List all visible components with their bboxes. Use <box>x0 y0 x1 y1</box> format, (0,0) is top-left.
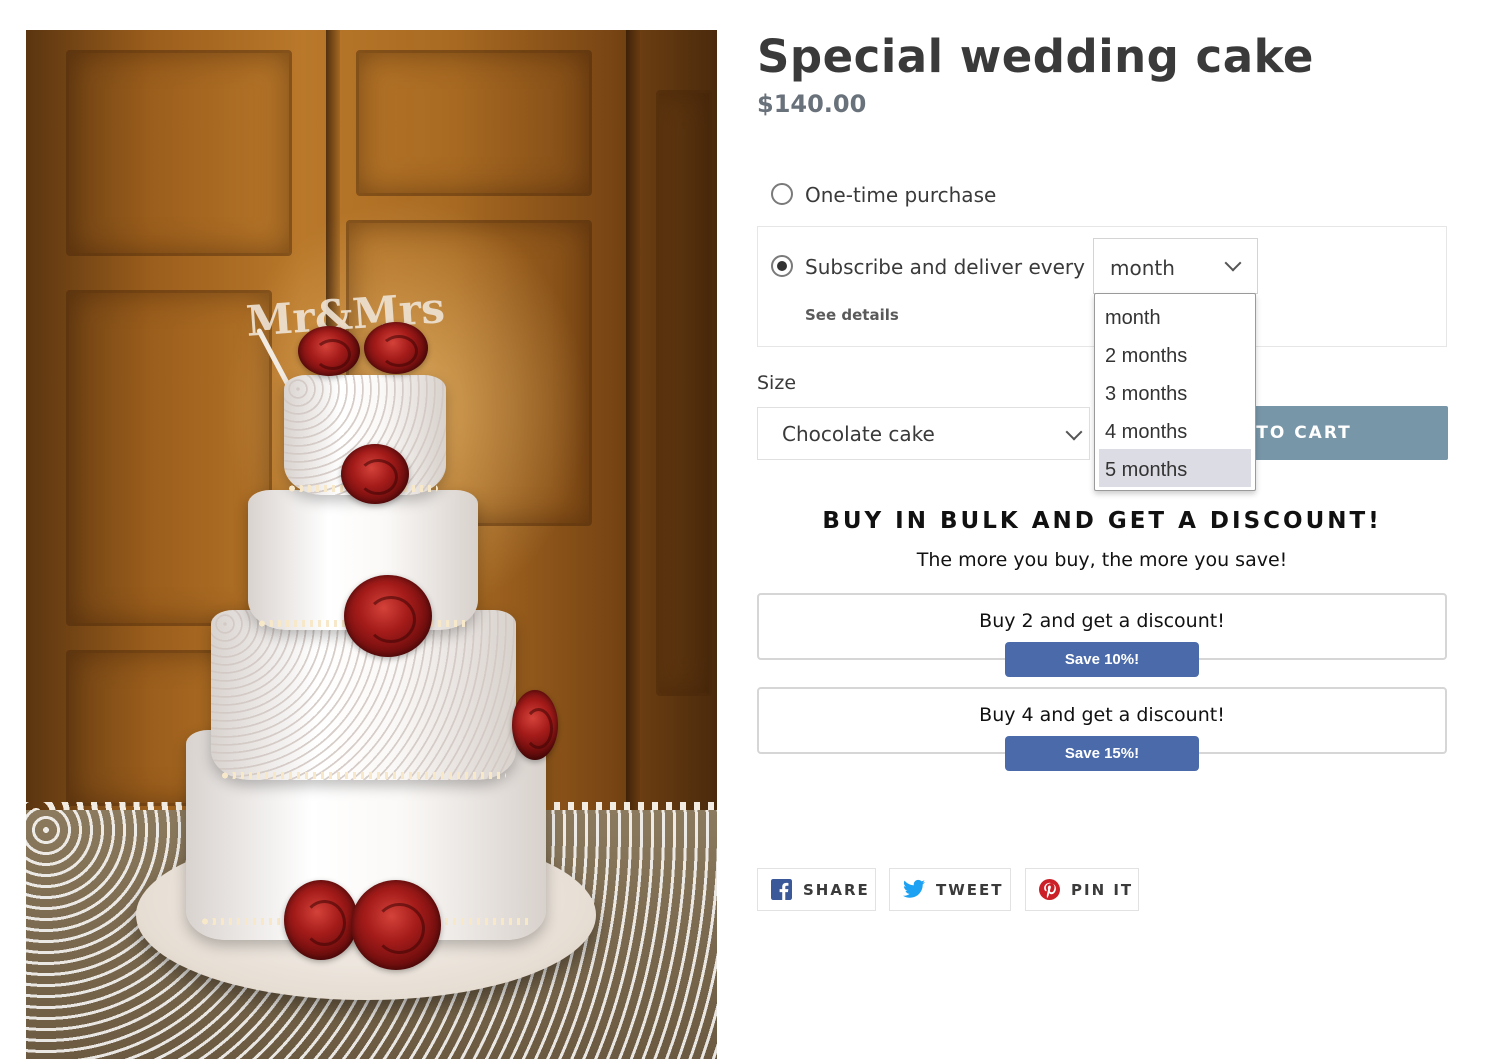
save-badge-text: Save 15%! <box>1064 745 1140 762</box>
subscribe-radio[interactable] <box>771 255 793 277</box>
sugar-rose <box>512 690 558 760</box>
frequency-option-highlighted[interactable]: 5 months <box>1099 449 1251 487</box>
see-details-link[interactable]: See details <box>805 306 899 324</box>
one-time-purchase-radio[interactable] <box>771 183 793 205</box>
chevron-down-icon <box>1224 254 1242 272</box>
sugar-rose <box>298 326 360 376</box>
save-badge-text: Save 10%! <box>1064 651 1140 668</box>
pinterest-share-button[interactable]: PIN IT <box>1025 868 1139 911</box>
pearl-trim <box>221 772 506 779</box>
product-image[interactable]: Mr&Mrs <box>26 30 717 1059</box>
door-panel <box>66 50 292 256</box>
frequency-option[interactable]: 2 months <box>1099 335 1251 373</box>
door-panel <box>656 90 712 696</box>
frequency-option[interactable]: 4 months <box>1099 411 1251 449</box>
one-time-purchase-label[interactable]: One-time purchase <box>805 183 996 207</box>
save-badge: Save 15%! <box>1005 736 1199 771</box>
sugar-rose <box>364 322 428 374</box>
door-panel <box>356 50 592 196</box>
subscribe-label[interactable]: Subscribe and deliver every <box>805 255 1085 279</box>
size-value: Chocolate cake <box>782 422 935 446</box>
size-select[interactable]: Chocolate cake <box>757 407 1090 460</box>
sugar-rose <box>341 444 409 504</box>
pinterest-icon <box>1039 879 1060 900</box>
product-title: Special wedding cake <box>757 30 1314 83</box>
bulk-tier-text: Buy 2 and get a discount! <box>979 610 1225 632</box>
sugar-rose <box>344 575 432 657</box>
bulk-discount-heading: BUY IN BULK AND GET A DISCOUNT! <box>822 508 1382 534</box>
save-badge: Save 10%! <box>1005 642 1199 677</box>
pinterest-share-label: PIN IT <box>1071 881 1134 899</box>
delivery-frequency-select[interactable]: month <box>1093 238 1258 294</box>
facebook-share-label: SHARE <box>803 881 870 899</box>
sugar-rose <box>284 880 358 960</box>
delivery-frequency-value: month <box>1110 256 1175 280</box>
size-label: Size <box>757 372 797 394</box>
delivery-frequency-dropdown: month 2 months 3 months 4 months 5 month… <box>1094 293 1256 491</box>
facebook-share-button[interactable]: SHARE <box>757 868 876 911</box>
chevron-down-icon <box>1065 423 1083 441</box>
twitter-icon <box>903 879 925 898</box>
bulk-tier-text: Buy 4 and get a discount! <box>979 704 1225 726</box>
frequency-option[interactable]: 3 months <box>1099 373 1251 411</box>
twitter-share-label: TWEET <box>936 881 1004 899</box>
sugar-rose <box>351 880 441 970</box>
frequency-option[interactable]: month <box>1099 297 1251 335</box>
door-panel <box>66 290 272 626</box>
bulk-discount-subheading: The more you buy, the more you save! <box>916 549 1288 571</box>
product-price: $140.00 <box>757 90 867 118</box>
twitter-share-button[interactable]: TWEET <box>889 868 1011 911</box>
facebook-icon <box>771 879 792 900</box>
